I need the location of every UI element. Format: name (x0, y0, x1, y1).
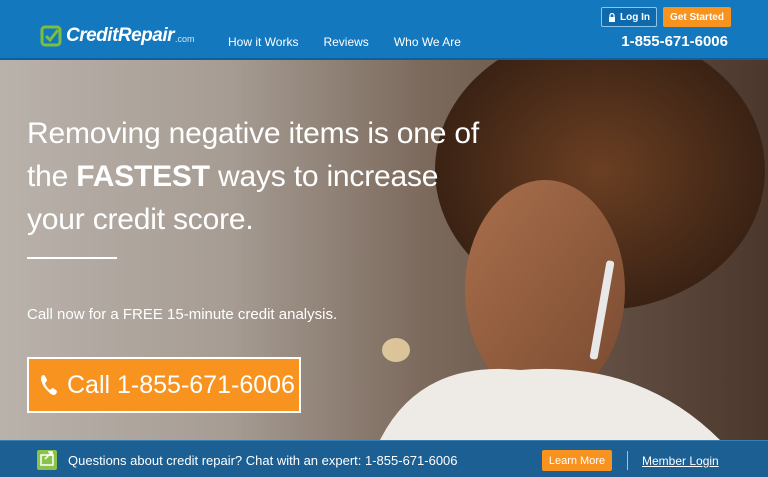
hero-section: Removing negative items is one of the FA… (0, 60, 768, 440)
login-label: Log In (620, 11, 650, 23)
nav-how-it-works[interactable]: How it Works (228, 35, 298, 49)
login-button[interactable]: Log In (601, 7, 657, 27)
call-label: Call 1-855-671-6006 (67, 370, 295, 399)
chat-text: Questions about credit repair? Chat with… (68, 453, 458, 468)
lock-icon (609, 12, 615, 22)
member-login-link[interactable]: Member Login (642, 454, 719, 468)
main-nav: How it Works Reviews Who We Are (228, 35, 486, 49)
headline-bold: FASTEST (76, 160, 210, 193)
bar-separator (627, 451, 628, 470)
site-header: CreditRepair .com How it Works Reviews W… (0, 0, 768, 60)
call-button[interactable]: Call 1-855-671-6006 (27, 357, 301, 413)
hero-divider (27, 257, 117, 259)
nav-who-we-are[interactable]: Who We Are (394, 35, 461, 49)
hero-subline: Call now for a FREE 15-minute credit ana… (27, 306, 338, 323)
phone-icon (41, 375, 57, 395)
learn-more-button[interactable]: Learn More (542, 450, 612, 471)
nav-reviews[interactable]: Reviews (323, 35, 368, 49)
logo-text: CreditRepair (66, 25, 175, 46)
logo-check-icon (40, 25, 62, 47)
get-started-button[interactable]: Get Started (663, 7, 731, 27)
hero-headline: Removing negative items is one of the FA… (27, 112, 497, 241)
logo[interactable]: CreditRepair .com (40, 25, 195, 47)
chat-bar: Questions about credit repair? Chat with… (0, 440, 768, 477)
header-phone[interactable]: 1-855-671-6006 (621, 33, 728, 50)
logo-suffix: .com (175, 34, 195, 44)
chat-icon[interactable] (37, 450, 57, 470)
